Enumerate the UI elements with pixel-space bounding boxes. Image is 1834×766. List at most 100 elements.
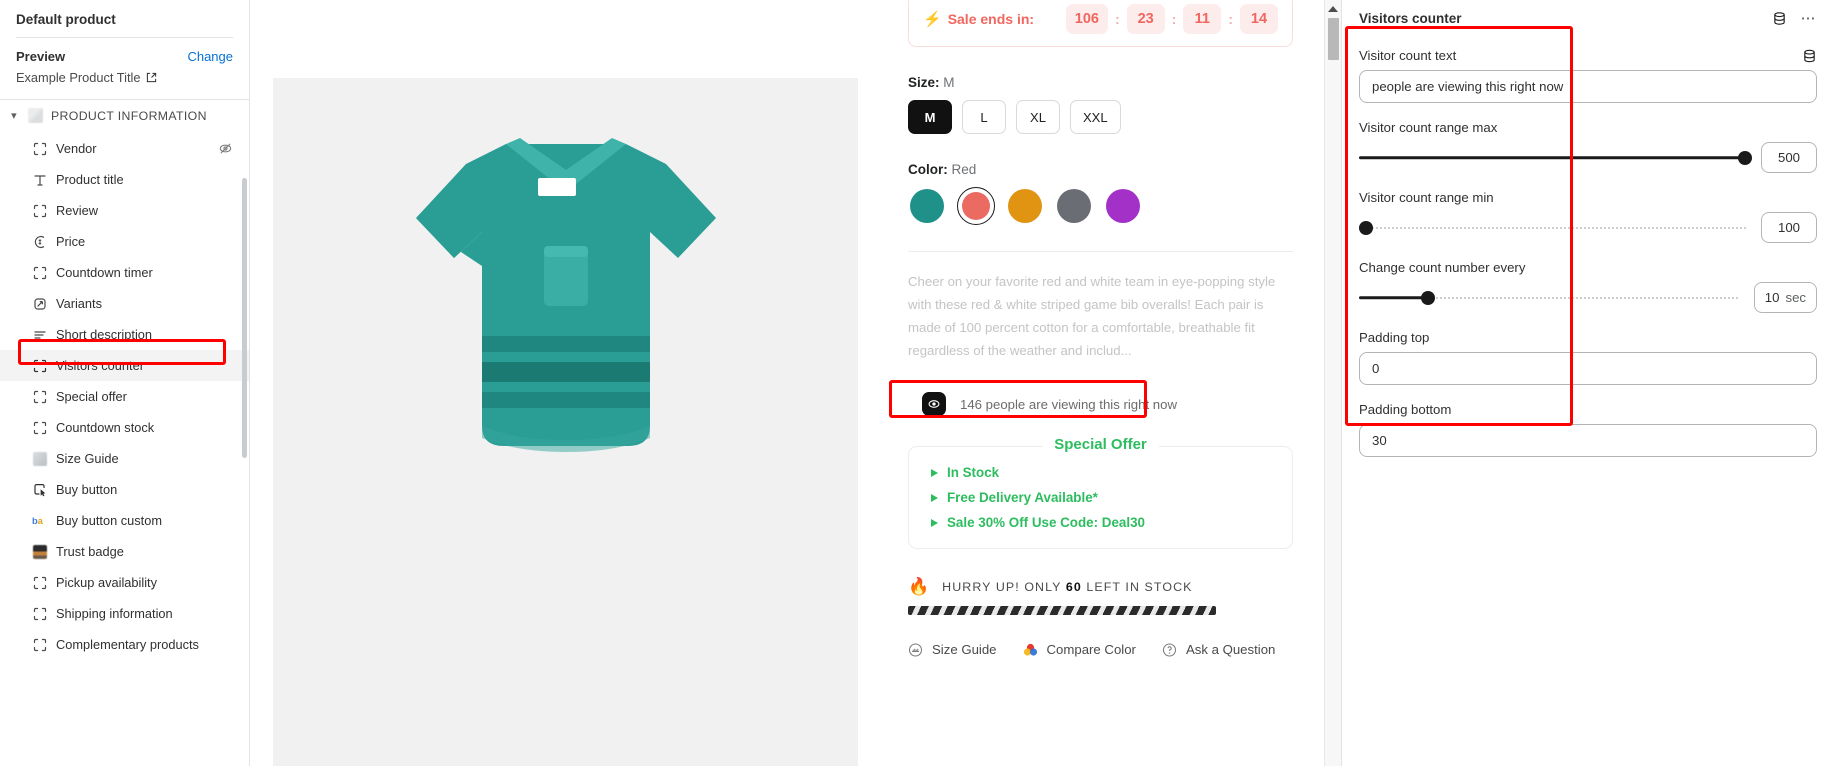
countdown-values: 106 : 23 : 11 : 14 [1065,4,1278,34]
database-icon[interactable] [1802,48,1817,63]
sidebar-item-label: Trust badge [56,544,124,559]
fire-icon: 🔥 [908,577,930,596]
special-offer-item: In Stock [931,465,1272,480]
countdown-hours: 23 [1126,4,1165,34]
countdown-separator: : [1228,11,1233,27]
sidebar-item-buy-button-custom[interactable]: ba Buy button custom [0,505,249,536]
sidebar-item-special-offer[interactable]: Special offer [0,381,249,412]
color-label: Color: [908,162,948,177]
color-swatch-purple[interactable] [1104,187,1142,225]
sidebar-item-label: Pickup availability [56,575,158,590]
field-change-count-interval: Change count number every 10 sec [1359,260,1817,313]
placeholder-block-icon [32,606,47,621]
placeholder-block-icon [32,203,47,218]
sidebar-item-buy-button[interactable]: Buy button [0,474,249,505]
change-count-interval-slider[interactable] [1359,288,1740,308]
question-mark-icon [1162,642,1177,657]
field-padding-bottom: Padding bottom [1359,402,1817,457]
change-preview-link[interactable]: Change [187,49,233,64]
size-guide-icon [32,451,47,466]
padding-bottom-input[interactable] [1359,424,1817,457]
settings-header: Visitors counter ⋯ [1342,0,1834,36]
product-description: Cheer on your favorite red and white tea… [908,274,1276,358]
visitors-counter-text: 146 people are viewing this right now [960,396,1177,412]
sidebar-item-vendor[interactable]: Vendor [0,133,249,164]
link-size-guide[interactable]: Size Guide [908,642,997,657]
color-swatch-gray[interactable] [1055,187,1093,225]
sidebar-item-variants[interactable]: Variants [0,288,249,319]
padding-top-input[interactable] [1359,352,1817,385]
product-image [386,126,746,521]
sidebar-item-label: Shipping information [56,606,173,621]
sidebar-item-visitors-counter[interactable]: Visitors counter [0,350,249,381]
size-option-xxl[interactable]: XXL [1070,100,1121,134]
size-option-m[interactable]: M [908,100,952,134]
sidebar-item-review[interactable]: Review [0,195,249,226]
preview-label: Preview [16,49,66,64]
variants-icon [32,296,47,311]
more-options-icon[interactable]: ⋯ [1801,11,1818,26]
size-option-l[interactable]: L [962,100,1006,134]
sidebar-item-shipping-information[interactable]: Shipping information [0,598,249,629]
visitor-count-range-min-slider[interactable] [1359,218,1747,238]
special-offer-item: Free Delivery Available* [931,490,1272,505]
color-swatch-orange[interactable] [1006,187,1044,225]
sidebar-item-product-title[interactable]: Product title [0,164,249,195]
size-options: M L XL XXL [908,100,1293,134]
slider-knob[interactable] [1420,290,1435,305]
visitor-count-range-min-value[interactable]: 100 [1761,212,1817,243]
color-swatch-teal[interactable] [908,187,946,225]
price-tag-icon [32,234,47,249]
sidebar-item-label: Countdown stock [56,420,155,435]
preview-canvas: ⚡ Sale ends in: 106 : 23 : 11 : 14 Size:… [250,0,1341,766]
sidebar-item-label: Special offer [56,389,127,404]
chevron-down-icon[interactable]: ▾ [8,109,20,122]
sidebar-item-short-description[interactable]: Short description [0,319,249,350]
external-link-icon[interactable] [146,72,157,83]
sidebar-item-list: Vendor Product title Review Price Countd… [0,131,249,660]
preview-scrollbar[interactable] [1324,0,1341,766]
scroll-up-arrow-icon[interactable] [1328,6,1338,12]
sale-ends-label: ⚡ Sale ends in: [923,11,1035,28]
sidebar-item-size-guide[interactable]: Size Guide [0,443,249,474]
visitor-count-text-input[interactable] [1359,70,1817,103]
app-root: Default product Preview Change Example P… [0,0,1834,766]
placeholder-block-icon [32,637,47,652]
sidebar-scrollbar-thumb[interactable] [242,178,247,458]
sidebar-item-label: Product title [56,172,124,187]
sidebar-item-label: Variants [56,296,102,311]
buy-custom-icon: ba [32,513,47,528]
visitor-count-range-max-slider[interactable] [1359,148,1752,168]
scrollbar-thumb[interactable] [1327,18,1339,60]
field-label: Visitor count range min [1359,190,1494,205]
sidebar-item-complementary-products[interactable]: Complementary products [0,629,249,660]
sidebar-item-price[interactable]: Price [0,226,249,257]
link-ask-a-question[interactable]: Ask a Question [1162,642,1275,657]
sidebar-item-countdown-stock[interactable]: Countdown stock [0,412,249,443]
visitor-count-range-max-value[interactable]: 500 [1761,142,1817,173]
triangle-bullet-icon [931,493,938,502]
database-icon[interactable] [1772,11,1787,26]
sidebar-section-product-information[interactable]: ▾ PRODUCT INFORMATION [0,99,249,131]
sidebar-item-label: Vendor [56,141,97,156]
text-icon [32,172,47,187]
link-compare-color[interactable]: Compare Color [1023,642,1136,657]
sidebar-item-trust-badge[interactable]: Trust badge [0,536,249,567]
slider-fill [1359,155,1747,160]
product-details: ⚡ Sale ends in: 106 : 23 : 11 : 14 Size:… [908,0,1293,657]
sidebar-item-label: Visitors counter [56,358,144,373]
eye-off-icon[interactable] [218,141,233,156]
sidebar-item-label: Review [56,203,98,218]
color-swatch-red[interactable] [957,187,995,225]
sidebar-item-label: Buy button [56,482,118,497]
sidebar-item-pickup-availability[interactable]: Pickup availability [0,567,249,598]
placeholder-block-icon [32,575,47,590]
slider-knob[interactable] [1738,150,1752,165]
preview-section: Preview Change Example Product Title [0,38,249,95]
placeholder-block-icon [32,265,47,280]
sidebar-item-label: Price [56,234,86,249]
size-option-xl[interactable]: XL [1016,100,1060,134]
sidebar-item-countdown-timer[interactable]: Countdown timer [0,257,249,288]
slider-knob[interactable] [1359,220,1373,235]
change-count-interval-value[interactable]: 10 sec [1753,282,1817,313]
